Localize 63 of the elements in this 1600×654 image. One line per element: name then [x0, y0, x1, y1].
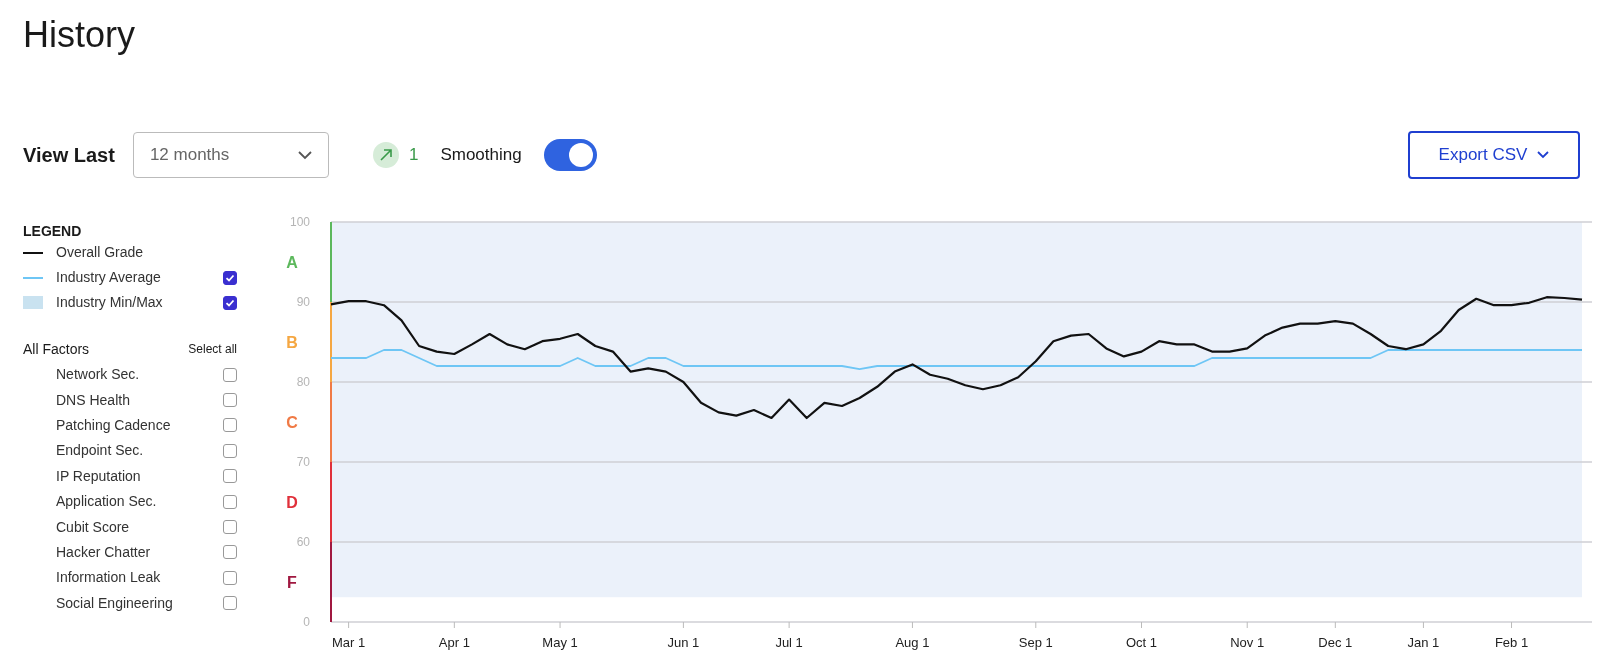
legend-label: Industry Min/Max: [56, 293, 164, 312]
checkbox[interactable]: [223, 295, 237, 310]
factor-label: Social Engineering: [56, 593, 174, 613]
grade-letter: A: [286, 254, 298, 271]
x-axis-label: Apr 1: [438, 635, 470, 650]
y-axis-label: 60: [296, 535, 310, 549]
factor-label: Hacker Chatter: [56, 542, 152, 562]
x-axis-label: Feb 1: [1494, 635, 1529, 650]
page-title: History: [23, 14, 135, 56]
y-axis-label: 80: [296, 375, 310, 389]
trend-count: 1: [408, 144, 419, 167]
factor-label: Endpoint Sec.: [56, 441, 145, 461]
factors-title: All Factors: [23, 339, 90, 359]
y-axis-label: 100: [289, 215, 310, 229]
period-dropdown[interactable]: 12 months: [132, 132, 329, 178]
y-axis-label: 0: [303, 615, 310, 629]
checkbox[interactable]: [223, 393, 237, 408]
x-axis-label: Sep 1: [1018, 635, 1053, 650]
grade-letter: F: [287, 574, 297, 591]
legend-label: Overall Grade: [56, 243, 145, 262]
checkbox[interactable]: [223, 520, 237, 535]
legend-label: Industry Average: [56, 268, 162, 287]
grade-letter: C: [286, 414, 298, 431]
checkbox[interactable]: [223, 367, 237, 382]
checkbox[interactable]: [223, 596, 237, 611]
checkbox[interactable]: [223, 270, 237, 285]
export-csv-button[interactable]: Export CSV: [1408, 131, 1580, 179]
factor-label: Network Sec.: [56, 365, 141, 385]
factor-label: Cubit Score: [56, 517, 131, 537]
checkbox[interactable]: [223, 570, 237, 585]
legend-title: LEGEND: [23, 222, 83, 240]
checkbox[interactable]: [223, 494, 237, 509]
trend-up-icon: [372, 142, 399, 168]
checkbox[interactable]: [223, 418, 237, 433]
x-axis-label: Aug 1: [895, 635, 930, 650]
x-axis-label: Jun 1: [667, 635, 700, 650]
select-all-link[interactable]: Select all: [188, 340, 237, 358]
x-axis-label: Mar 1: [332, 635, 366, 650]
smoothing-label: Smoothing: [440, 144, 522, 167]
checkmark-icon: [225, 297, 235, 308]
view-last-label: View Last: [23, 143, 115, 168]
factor-label: Patching Cadence: [56, 415, 172, 435]
checkbox[interactable]: [223, 545, 237, 560]
factor-label: DNS Health: [56, 390, 131, 410]
checkbox[interactable]: [223, 443, 237, 458]
x-axis-label: May 1: [542, 635, 578, 650]
smoothing-toggle[interactable]: [543, 139, 597, 171]
checkmark-icon: [225, 272, 235, 283]
x-axis-label: Nov 1: [1230, 635, 1265, 650]
grade-letter: D: [286, 494, 298, 511]
grade-letter: B: [286, 334, 298, 351]
x-axis-label: Oct 1: [1125, 635, 1158, 650]
x-axis-label: Dec 1: [1318, 635, 1353, 650]
x-axis-label: Jan 1: [1407, 635, 1440, 650]
checkbox[interactable]: [223, 469, 237, 484]
y-axis-label: 90: [296, 295, 310, 309]
factor-label: Application Sec.: [56, 492, 158, 512]
chevron-down-icon: [297, 150, 312, 160]
factor-label: Information Leak: [56, 568, 162, 588]
factor-label: IP Reputation: [56, 466, 142, 486]
chevron-down-icon: [1537, 151, 1550, 159]
x-axis-label: Jul 1: [775, 635, 803, 650]
y-axis-label: 70: [296, 455, 310, 469]
